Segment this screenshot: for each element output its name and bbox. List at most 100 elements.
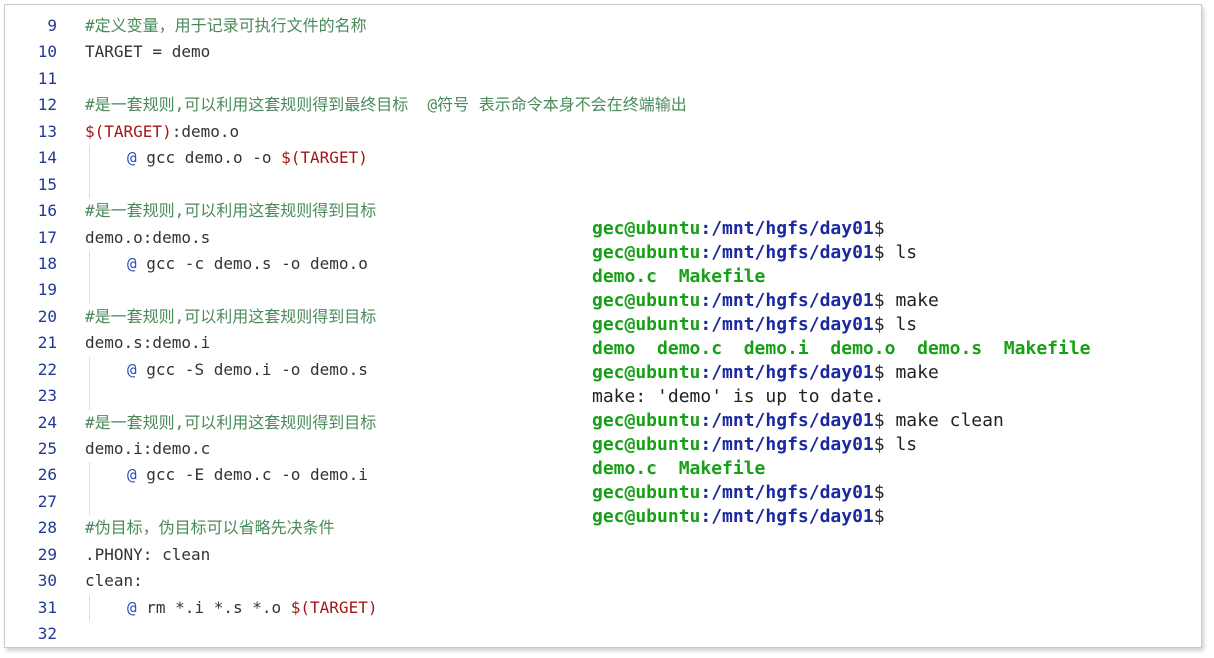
code-token: clean: bbox=[85, 571, 143, 591]
terminal-text: $ make bbox=[873, 290, 939, 311]
line-number: 16 bbox=[37, 201, 57, 221]
prompt-user: gec@ubuntu bbox=[592, 410, 701, 431]
line-number: 24 bbox=[37, 412, 57, 432]
prompt-path: :/mnt/hgfs/day01 bbox=[700, 482, 874, 503]
prompt-path: :/mnt/hgfs/day01 bbox=[700, 506, 874, 527]
code-text: @ rm *.i *.s *.o $(TARGET) bbox=[127, 595, 377, 621]
terminal-line: gec@ubuntu:/mnt/hgfs/day01$ ls bbox=[592, 433, 1091, 457]
terminal-text: $ bbox=[873, 482, 885, 503]
code-text: #是一套规则,可以利用这套规则得到目标 bbox=[85, 198, 376, 224]
terminal-text: $ make bbox=[873, 362, 939, 383]
line-number: 28 bbox=[37, 518, 57, 538]
terminal-line: gec@ubuntu:/mnt/hgfs/day01$ ls bbox=[592, 313, 1091, 337]
indent-guide bbox=[89, 462, 90, 489]
code-text: TARGET = demo bbox=[85, 39, 210, 65]
terminal-line: gec@ubuntu:/mnt/hgfs/day01$ make bbox=[592, 289, 1091, 313]
code-at-symbol: @ bbox=[127, 597, 137, 617]
line-number: 10 bbox=[37, 42, 57, 62]
prompt-user: gec@ubuntu bbox=[592, 506, 701, 527]
indent-guide bbox=[89, 594, 90, 622]
code-text: @ gcc demo.o -o $(TARGET) bbox=[127, 145, 368, 171]
terminal-text: $ ls bbox=[873, 434, 918, 455]
file-listing: demo.c Makefile bbox=[592, 266, 766, 287]
code-at-symbol: @ bbox=[127, 359, 137, 379]
code-line: 15 bbox=[5, 171, 1201, 199]
code-token: demo.o:demo.s bbox=[85, 227, 211, 247]
terminal-line: make: 'demo' is up to date. bbox=[592, 385, 1091, 409]
line-number: 30 bbox=[37, 571, 57, 591]
code-text: @ gcc -E demo.c -o demo.i bbox=[127, 462, 368, 488]
code-text: $(TARGET):demo.o bbox=[85, 119, 239, 145]
terminal-line: gec@ubuntu:/mnt/hgfs/day01$ bbox=[592, 481, 1091, 505]
line-number: 12 bbox=[37, 95, 57, 115]
code-comment: #定义变量，用于记录可执行文件的名称 bbox=[85, 16, 367, 35]
code-line: 10 TARGET = demo bbox=[5, 39, 1201, 65]
terminal-line: demo.c Makefile bbox=[592, 265, 1091, 289]
line-number: 18 bbox=[37, 253, 57, 273]
code-token: demo.i:demo.c bbox=[85, 439, 211, 458]
code-variable: $(TARGET) bbox=[85, 121, 172, 141]
code-text: demo.s:demo.i bbox=[85, 330, 210, 356]
code-at-symbol: @ bbox=[127, 465, 137, 485]
code-at-symbol: @ bbox=[127, 148, 137, 168]
line-number: 19 bbox=[37, 280, 57, 300]
code-token: gcc -S demo.i -o demo.s bbox=[136, 359, 368, 379]
line-number: 20 bbox=[37, 306, 57, 326]
indent-guide bbox=[89, 250, 90, 278]
code-line: 12 #是一套规则,可以利用这套规则得到最终目标 @符号 表示命令本身不会在终端输… bbox=[5, 92, 1201, 118]
code-text: #伪目标，伪目标可以省略先决条件 bbox=[85, 515, 335, 541]
code-at-symbol: @ bbox=[127, 253, 137, 273]
code-variable: $(TARGET) bbox=[281, 148, 368, 168]
code-token: .PHONY: clean bbox=[85, 544, 211, 564]
indent-guide bbox=[89, 171, 90, 199]
code-text: #是一套规则,可以利用这套规则得到目标 bbox=[85, 304, 376, 330]
line-number: 23 bbox=[37, 386, 57, 406]
indent-guide bbox=[89, 383, 90, 410]
line-number: 27 bbox=[37, 491, 57, 511]
line-number: 31 bbox=[37, 597, 57, 617]
terminal-text: $ bbox=[873, 218, 885, 239]
code-token: rm *.i *.s *.o bbox=[136, 597, 291, 617]
prompt-user: gec@ubuntu bbox=[592, 242, 701, 263]
code-line: 13 $(TARGET):demo.o bbox=[5, 119, 1201, 145]
code-comment: #是一套规则,可以利用这套规则得到目标 bbox=[85, 306, 377, 326]
line-number: 9 bbox=[47, 16, 57, 35]
code-comment: #是一套规则,可以利用这套规则得到目标 bbox=[85, 201, 377, 221]
prompt-user: gec@ubuntu bbox=[592, 290, 701, 311]
file-listing: demo demo.c demo.i demo.o demo.s Makefil… bbox=[592, 338, 1091, 359]
terminal-text: $ bbox=[873, 506, 885, 527]
code-text: demo.o:demo.s bbox=[85, 225, 210, 251]
code-text: #是一套规则,可以利用这套规则得到最终目标 @符号 表示命令本身不会在终端输出 bbox=[85, 92, 687, 118]
code-token: gcc demo.o -o bbox=[136, 148, 282, 168]
code-line: 29 .PHONY: clean bbox=[5, 542, 1201, 568]
terminal-line: gec@ubuntu:/mnt/hgfs/day01$ make clean bbox=[592, 409, 1091, 433]
line-number: 17 bbox=[37, 227, 57, 247]
code-line: 30 clean: bbox=[5, 568, 1201, 594]
prompt-user: gec@ubuntu bbox=[592, 482, 701, 503]
prompt-path: :/mnt/hgfs/day01 bbox=[700, 290, 874, 311]
prompt-path: :/mnt/hgfs/day01 bbox=[700, 218, 874, 239]
prompt-user: gec@ubuntu bbox=[592, 362, 701, 383]
prompt-user: gec@ubuntu bbox=[592, 314, 701, 335]
code-token: demo.s:demo.i bbox=[85, 333, 211, 353]
terminal-line: gec@ubuntu:/mnt/hgfs/day01$ bbox=[592, 217, 1091, 241]
code-comment: #伪目标，伪目标可以省略先决条件 bbox=[85, 518, 335, 538]
line-number: 13 bbox=[37, 121, 57, 141]
code-text: .PHONY: clean bbox=[85, 542, 210, 568]
line-number: 11 bbox=[37, 68, 57, 88]
terminal-text: make: 'demo' is up to date. bbox=[592, 386, 885, 407]
file-listing: demo.c Makefile bbox=[592, 458, 766, 479]
code-token: gcc -c demo.s -o demo.o bbox=[136, 253, 368, 273]
code-line: 11 bbox=[5, 66, 1201, 92]
prompt-path: :/mnt/hgfs/day01 bbox=[700, 314, 874, 335]
terminal-line: demo.c Makefile bbox=[592, 457, 1091, 481]
line-number: 21 bbox=[37, 333, 57, 353]
code-text: demo.i:demo.c bbox=[85, 436, 210, 462]
terminal-line: gec@ubuntu:/mnt/hgfs/day01$ bbox=[592, 505, 1091, 529]
indent-guide bbox=[89, 356, 90, 384]
code-text: clean: bbox=[85, 568, 143, 594]
prompt-user: gec@ubuntu bbox=[592, 434, 701, 455]
code-token: gcc -E demo.c -o demo.i bbox=[136, 465, 368, 485]
line-number: 26 bbox=[37, 465, 57, 485]
prompt-path: :/mnt/hgfs/day01 bbox=[700, 410, 874, 431]
